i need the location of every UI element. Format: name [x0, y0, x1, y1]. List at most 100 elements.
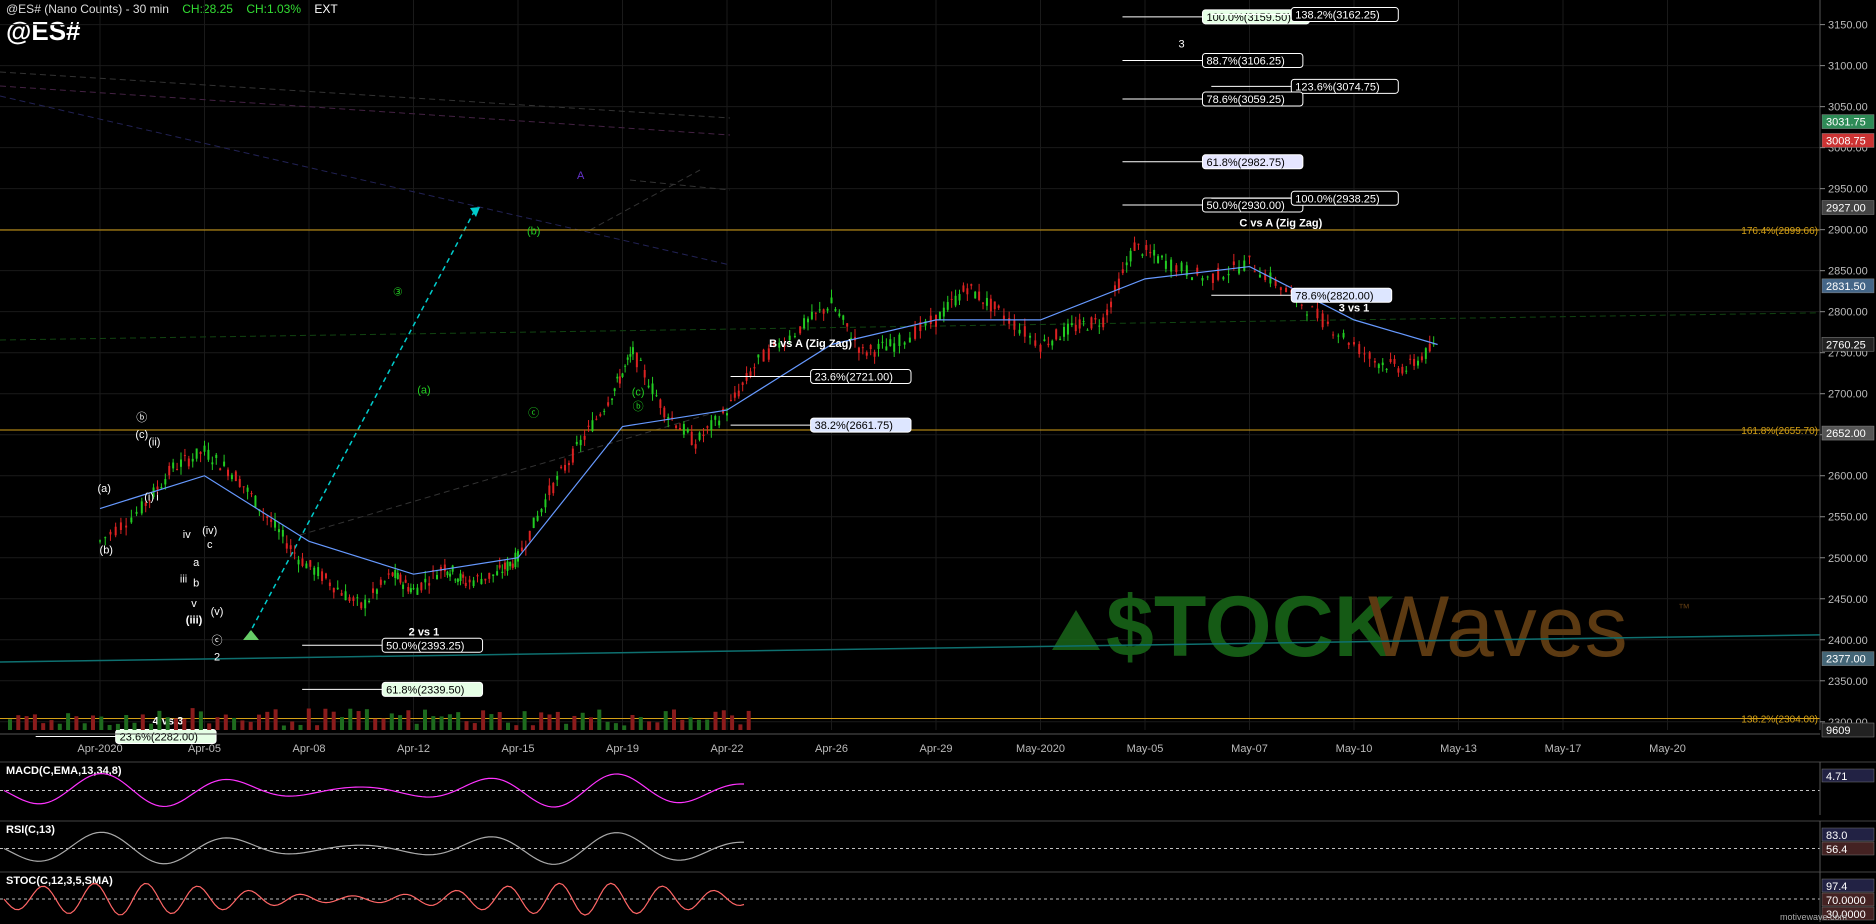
candle-body: [1342, 332, 1345, 338]
volume-bar: [132, 722, 137, 730]
candle-body: [714, 416, 717, 420]
candle-body: [1133, 242, 1136, 251]
candle-body: [281, 530, 284, 537]
candle-body: [266, 516, 269, 518]
volume-bar: [696, 719, 701, 730]
candle-body: [160, 486, 163, 489]
candle-body: [587, 425, 590, 427]
candle-body: [631, 347, 634, 355]
candle-body: [629, 354, 632, 357]
y-tick-label: 2600.00: [1828, 471, 1868, 483]
x-tick-label: May-07: [1231, 743, 1268, 755]
candle-body: [616, 376, 619, 379]
volume-bar: [439, 716, 444, 730]
x-tick-label: Apr-08: [292, 743, 325, 755]
volume-bar: [381, 718, 386, 730]
x-tick-label: May-10: [1336, 743, 1373, 755]
candle-body: [806, 318, 809, 323]
candle-body: [548, 485, 551, 496]
candle-body: [246, 487, 249, 492]
candle-body: [1086, 329, 1089, 331]
volume-bar: [489, 714, 494, 730]
candle-body: [690, 431, 693, 445]
candle-body: [511, 563, 514, 568]
candle-body: [1164, 260, 1167, 269]
volume-bar: [24, 716, 29, 730]
candle-body: [454, 579, 457, 581]
channel-line: [0, 71, 731, 119]
volume-bar: [315, 725, 320, 730]
candle-body: [321, 571, 324, 581]
wave-label: 2: [214, 651, 220, 663]
x-tick-label: Apr-05: [188, 743, 221, 755]
price-tag-label: 2831.50: [1826, 281, 1866, 293]
watermark-triangle: [1052, 610, 1100, 650]
date-axis: Apr-2020 Apr-05 Apr-08 Apr-12 Apr-15 Apr-19 Ap…: [0, 733, 1820, 755]
price-tag-label: 2760.25: [1826, 339, 1866, 351]
candle-body: [387, 573, 390, 575]
candle-body: [1145, 245, 1148, 250]
candle-body: [613, 388, 616, 392]
channel-line: [299, 407, 731, 536]
candle-body: [324, 573, 327, 579]
candle-body: [1279, 287, 1282, 291]
volume-bar: [456, 712, 461, 730]
candle-body: [567, 463, 570, 466]
candle-body: [156, 486, 159, 490]
candle-body: [125, 525, 128, 528]
y-tick-label: 2700.00: [1828, 389, 1868, 401]
candle-body: [655, 395, 658, 397]
candle-body: [309, 560, 312, 567]
candle-body: [1353, 342, 1355, 345]
candle-body: [250, 493, 253, 495]
watermark-brand-right: Waves: [1368, 579, 1628, 675]
fib-box-label: 61.8%(2339.50): [386, 684, 464, 696]
volume-bar: [389, 713, 394, 730]
candle-body: [404, 579, 407, 583]
volume-bar: [506, 722, 510, 730]
candle-body: [757, 354, 760, 358]
candle-body: [402, 584, 405, 589]
fib-box-label: 138.2%(3162.25): [1295, 10, 1379, 22]
candle-body: [1358, 344, 1361, 355]
y-tick-label: 2800.00: [1828, 307, 1868, 319]
candle-body: [480, 578, 483, 585]
candle-body: [810, 311, 813, 320]
candle-body: [1110, 301, 1113, 308]
candle-body: [277, 529, 280, 533]
candle-body: [1311, 306, 1314, 308]
candle-body: [1002, 315, 1005, 320]
candle-body: [818, 309, 821, 311]
candle-body: [1078, 319, 1081, 329]
volume-bar: [281, 725, 286, 730]
volume-bar: [589, 717, 593, 730]
candle-body: [227, 469, 230, 477]
candle-body: [1113, 285, 1116, 291]
x-tick-label: Apr-29: [919, 743, 952, 755]
candle-body: [591, 420, 594, 432]
volume-bar: [555, 711, 560, 730]
candle-body: [1047, 343, 1050, 346]
wave-label: (v): [211, 606, 224, 618]
candle-body: [1424, 348, 1427, 359]
y-tick-label: 2900.00: [1828, 225, 1868, 237]
panel-title: STOC(C,12,3,5,SMA): [6, 875, 113, 887]
candle-body: [484, 578, 487, 581]
volume-bar: [248, 721, 253, 730]
up-triangle: [243, 630, 259, 640]
chart-canvas[interactable]: $TOCK Waves ™ 176.4%(2899.66) 161.8%(2655…: [0, 0, 1876, 924]
wave-label: ⓒ: [528, 407, 539, 420]
candle-body: [579, 439, 582, 446]
candle-body: [130, 517, 133, 523]
volume-bar: [49, 720, 54, 730]
candle-body: [360, 602, 363, 609]
candle-body: [611, 398, 614, 401]
candle-body: [857, 347, 860, 353]
volume-bar: [705, 719, 710, 730]
volume-bar: [290, 721, 295, 730]
candle-body: [1039, 344, 1042, 352]
candle-body: [372, 588, 375, 593]
candle-body: [966, 288, 969, 295]
candle-body: [446, 571, 449, 576]
indicator-tag-label: 56.4: [1826, 844, 1847, 856]
